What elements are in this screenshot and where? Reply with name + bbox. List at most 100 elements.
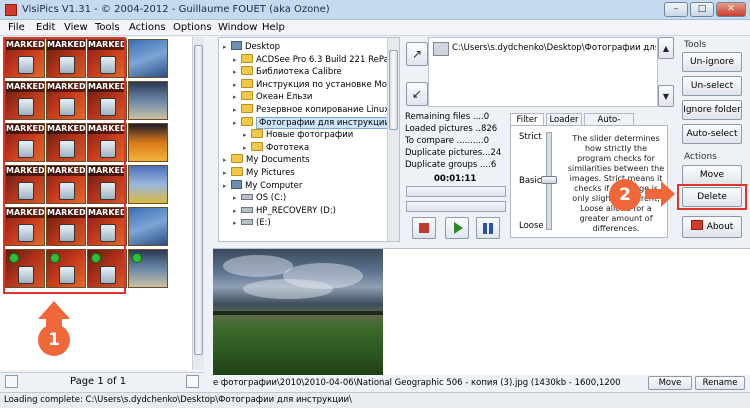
preview-rename-button[interactable]: Rename (695, 376, 745, 390)
folder-icon (251, 129, 263, 139)
about-button[interactable]: About (682, 216, 742, 238)
minimize-button[interactable]: – (664, 2, 688, 17)
tree-item-label: Новые фотографии (266, 130, 354, 141)
thumbnail[interactable] (128, 249, 168, 288)
tree-item[interactable]: ▸ My Documents (223, 154, 310, 166)
menu-edit[interactable]: Edit (36, 22, 55, 33)
thumbnail[interactable] (128, 81, 168, 120)
unselect-button[interactable]: Un-select (682, 76, 742, 96)
tree-item[interactable]: ▸ Инструкция по установке Mod (233, 78, 392, 91)
expander-icon[interactable]: ▸ (233, 217, 241, 229)
thumbnail[interactable]: MARKED (87, 39, 127, 78)
tree-item[interactable]: ▸ (E:) (233, 217, 271, 229)
tree-item[interactable]: ▸ Desktop (223, 41, 280, 53)
first-page-icon[interactable] (5, 375, 18, 388)
tree-item[interactable]: ▸ Библиотека Calibre (233, 66, 342, 78)
menu-help[interactable]: Help (262, 22, 285, 33)
thumbnail[interactable]: MARKED (87, 81, 127, 120)
thumbnail[interactable]: MARKED (87, 165, 127, 204)
page-indicator: Page 1 of 1 (70, 376, 127, 387)
tree-item[interactable]: ▸ Новые фотографии (243, 129, 353, 141)
expander-icon[interactable]: ▸ (223, 154, 231, 166)
expander-icon[interactable]: ▸ (233, 192, 241, 204)
maximize-button[interactable]: □ (690, 2, 714, 17)
play-button[interactable] (445, 217, 469, 239)
menu-tools[interactable]: Tools (95, 22, 120, 33)
thumbnail[interactable]: MARKED (5, 39, 45, 78)
thumbnail[interactable]: MARKED (87, 207, 127, 246)
menu-view[interactable]: View (64, 22, 88, 33)
pause-button[interactable] (476, 217, 500, 239)
current-path[interactable]: C:\Users\s.dydchenko\Desktop\Фотографии … (452, 43, 656, 53)
menu-window[interactable]: Window (218, 22, 257, 33)
move-button[interactable]: Move (682, 165, 742, 185)
thumbnail[interactable] (128, 165, 168, 204)
stop-icon (419, 223, 429, 233)
expander-icon[interactable]: ▸ (223, 167, 231, 179)
tree-item[interactable]: ▸ Фототека (243, 141, 309, 154)
expander-icon[interactable]: ▸ (233, 205, 241, 217)
unignore-button[interactable]: Un-ignore (682, 52, 742, 72)
thumbnail[interactable] (87, 249, 127, 288)
thumbnail[interactable]: MARKED (46, 81, 86, 120)
last-page-icon[interactable] (186, 375, 199, 388)
tree-item[interactable]: ▸ OS (C:) (233, 192, 286, 204)
tree-item-label: (E:) (256, 218, 271, 229)
thumbnail-scrollbar[interactable] (192, 37, 204, 370)
menu-actions[interactable]: Actions (129, 22, 166, 33)
expander-icon[interactable]: ▸ (233, 104, 241, 116)
close-button[interactable]: ✕ (716, 2, 746, 17)
pager-bar: Page 1 of 1 (0, 372, 204, 391)
thumbnail[interactable] (46, 249, 86, 288)
tree-item[interactable]: ▸ My Pictures (223, 167, 295, 179)
tree-scroll-thumb[interactable] (389, 50, 398, 130)
menu-file[interactable]: File (8, 22, 25, 33)
folder-tree: ▸ Desktop ▸ ACDSee Pro 6.3 Build 221 RePack… (218, 37, 400, 242)
expander-icon[interactable]: ▸ (223, 180, 231, 192)
preview-move-button[interactable]: Move (648, 376, 692, 390)
similarity-slider-knob[interactable] (541, 176, 557, 184)
thumbnail[interactable]: MARKED (5, 165, 45, 204)
selection-dot-icon (91, 253, 101, 263)
expander-icon[interactable]: ▸ (233, 91, 241, 103)
thumbnail[interactable]: MARKED (5, 123, 45, 162)
title-bar: VisiPics V1.31 - © 2004-2012 - Guillaume… (0, 0, 750, 20)
folder-icon (241, 78, 253, 88)
path-list-up-icon[interactable]: ▲ (658, 37, 674, 59)
thumbnail[interactable]: MARKED (5, 81, 45, 120)
expander-icon[interactable]: ▸ (233, 54, 241, 66)
expander-icon[interactable]: ▸ (233, 117, 241, 129)
thumbnail[interactable]: MARKED (5, 207, 45, 246)
remove-path-button[interactable]: ↙ (406, 82, 428, 106)
thumbnail-scroll-thumb[interactable] (194, 45, 203, 355)
tree-item[interactable]: ▸ Океан Ельзи (233, 91, 312, 103)
tree-item[interactable]: ▸ Резервное копирование Linux (233, 104, 389, 116)
path-list-down-icon[interactable]: ▼ (658, 85, 674, 107)
tree-scrollbar[interactable] (387, 38, 399, 241)
tree-item-label: My Documents (246, 155, 310, 166)
add-path-button[interactable]: ↗ (406, 42, 428, 66)
expander-icon[interactable]: ▸ (233, 79, 241, 91)
ignore-folder-button[interactable]: Ignore folder (682, 100, 742, 120)
stop-button[interactable] (412, 217, 436, 239)
thumbnail[interactable] (128, 39, 168, 78)
tree-item[interactable]: ▸ Фотографии для инструкции (233, 116, 393, 129)
auto-select-button[interactable]: Auto-select (682, 124, 742, 144)
thumbnail[interactable]: MARKED (46, 165, 86, 204)
marked-label: MARKED (47, 208, 86, 218)
expander-icon[interactable]: ▸ (233, 66, 241, 78)
expander-icon[interactable]: ▸ (243, 129, 251, 141)
expander-icon[interactable]: ▸ (223, 41, 231, 53)
tree-item[interactable]: ▸ HP_RECOVERY (D:) (233, 205, 336, 217)
thumbnail[interactable]: MARKED (46, 123, 86, 162)
thumbnail[interactable] (5, 249, 45, 288)
thumbnail[interactable]: MARKED (87, 123, 127, 162)
thumbnail[interactable]: MARKED (46, 207, 86, 246)
menu-options[interactable]: Options (173, 22, 212, 33)
tree-item[interactable]: ▸ ACDSee Pro 6.3 Build 221 RePack (233, 53, 398, 66)
tree-item[interactable]: ▸ My Computer (223, 179, 302, 192)
thumbnail[interactable] (128, 123, 168, 162)
thumbnail[interactable]: MARKED (46, 39, 86, 78)
expander-icon[interactable]: ▸ (243, 142, 251, 154)
thumbnail[interactable] (128, 207, 168, 246)
